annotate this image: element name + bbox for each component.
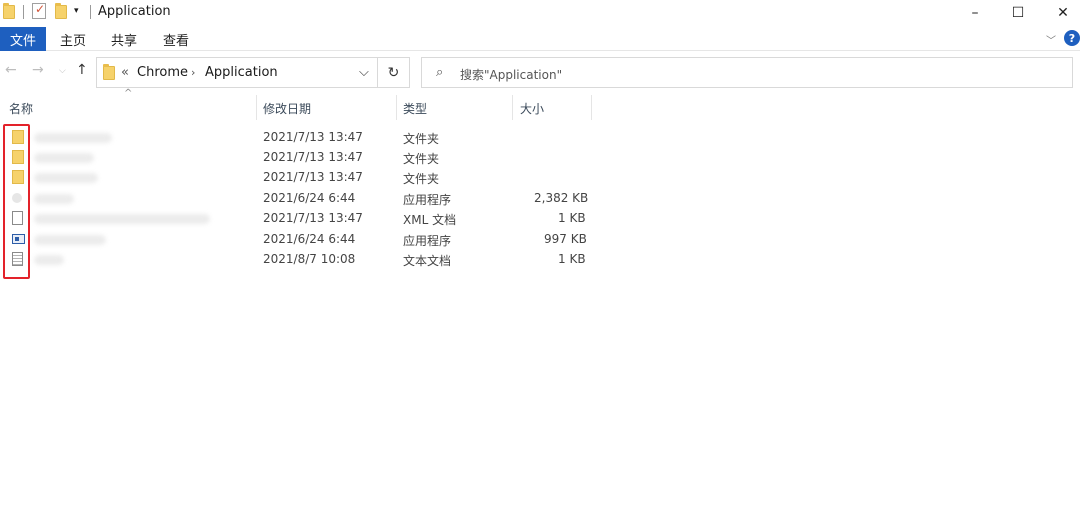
file-name-blurred — [34, 214, 210, 224]
file-row[interactable]: 2021/6/24 6:44 应用程序 997 KB — [0, 229, 600, 249]
search-icon: ⌕ — [436, 65, 444, 80]
file-row[interactable]: 2021/7/13 13:47 文件夹 — [0, 147, 600, 167]
ribbon-tabs: 文件 主页 共享 查看 ﹀ ? — [0, 27, 1080, 51]
tab-file[interactable]: 文件 — [0, 27, 46, 51]
file-name-blurred — [34, 235, 106, 245]
file-row[interactable]: 2021/8/7 10:08 文本文档 1 KB — [0, 249, 600, 269]
file-type: 文件夹 — [403, 172, 440, 186]
file-name-blurred — [34, 173, 98, 183]
file-modified: 2021/6/24 6:44 — [263, 191, 356, 205]
file-type: 文本文档 — [403, 254, 452, 268]
column-header-type[interactable]: 类型 — [403, 100, 427, 117]
refresh-button[interactable]: ↻ — [378, 57, 410, 88]
chevron-right-icon[interactable]: › — [191, 66, 195, 79]
search-input[interactable]: ⌕ 搜索"Application" — [421, 57, 1073, 88]
maximize-button[interactable]: ☐ — [995, 0, 1041, 25]
file-size: 997 KB — [544, 232, 587, 246]
tab-view[interactable]: 查看 — [163, 27, 189, 51]
folder-icon[interactable] — [3, 3, 15, 21]
search-placeholder: 搜索"Application" — [460, 68, 563, 82]
file-name-blurred — [34, 153, 94, 163]
separator — [90, 5, 91, 19]
column-divider[interactable] — [256, 95, 257, 120]
column-header-size[interactable]: 大小 — [520, 100, 544, 117]
tab-home[interactable]: 主页 — [60, 27, 86, 51]
customize-quick-access-icon[interactable]: ▾ — [74, 5, 82, 17]
file-row[interactable]: 2021/7/13 13:47 XML 文档 1 KB — [0, 208, 600, 228]
breadcrumb-application[interactable]: Application — [205, 65, 278, 80]
window-title: Application — [98, 4, 171, 19]
file-size: 1 KB — [558, 211, 586, 225]
sort-ascending-icon: ^ — [124, 88, 133, 99]
up-arrow-icon[interactable]: ↑ — [76, 62, 88, 78]
file-modified: 2021/7/13 13:47 — [263, 211, 363, 225]
file-modified: 2021/6/24 6:44 — [263, 232, 356, 246]
file-row[interactable]: 2021/7/13 13:47 文件夹 — [0, 127, 600, 147]
file-modified: 2021/7/13 13:47 — [263, 150, 363, 164]
file-type: 应用程序 — [403, 193, 452, 207]
column-divider[interactable] — [396, 95, 397, 120]
separator — [23, 5, 24, 19]
column-header-modified[interactable]: 修改日期 — [263, 100, 311, 117]
minimize-button[interactable]: – — [952, 0, 998, 25]
annotation-highlight-box — [3, 124, 30, 279]
address-dropdown-icon[interactable]: ⌵ — [359, 65, 369, 80]
file-name-blurred — [34, 255, 64, 265]
file-size: 2,382 KB — [534, 191, 589, 205]
file-type: 文件夹 — [403, 152, 440, 166]
file-row[interactable]: 2021/7/13 13:47 文件夹 — [0, 167, 600, 187]
file-modified: 2021/7/13 13:47 — [263, 130, 363, 144]
file-size: 1 KB — [558, 252, 586, 266]
overflow-icon[interactable]: « — [121, 65, 129, 80]
column-divider[interactable] — [512, 95, 513, 120]
breadcrumb-chrome[interactable]: Chrome — [137, 65, 188, 80]
chevron-down-icon[interactable]: ﹀ — [1046, 32, 1056, 47]
tab-share[interactable]: 共享 — [111, 27, 137, 51]
column-header-name[interactable]: 名称 — [9, 100, 33, 117]
file-name-blurred — [34, 194, 74, 204]
close-button[interactable]: ✕ — [1040, 0, 1080, 25]
file-type: 文件夹 — [403, 132, 440, 146]
file-type: 应用程序 — [403, 234, 452, 248]
file-type: XML 文档 — [403, 213, 457, 227]
file-modified: 2021/7/13 13:47 — [263, 170, 363, 184]
help-icon[interactable]: ? — [1064, 30, 1080, 46]
file-row[interactable]: 2021/6/24 6:44 应用程序 2,382 KB — [0, 188, 600, 208]
forward-arrow-icon[interactable]: → — [32, 62, 44, 78]
properties-icon[interactable] — [32, 2, 46, 19]
recent-locations-chevron-icon[interactable]: ⌵ — [59, 66, 66, 76]
folder-icon — [103, 64, 115, 80]
file-modified: 2021/8/7 10:08 — [263, 252, 356, 266]
back-arrow-icon[interactable]: ← — [5, 62, 17, 78]
title-bar: ▾ Application – ☐ ✕ — [0, 0, 1080, 25]
file-name-blurred — [34, 133, 112, 143]
new-folder-icon[interactable] — [55, 3, 67, 21]
address-bar[interactable]: « Chrome › Application ⌵ — [96, 57, 378, 88]
column-divider[interactable] — [591, 95, 592, 120]
